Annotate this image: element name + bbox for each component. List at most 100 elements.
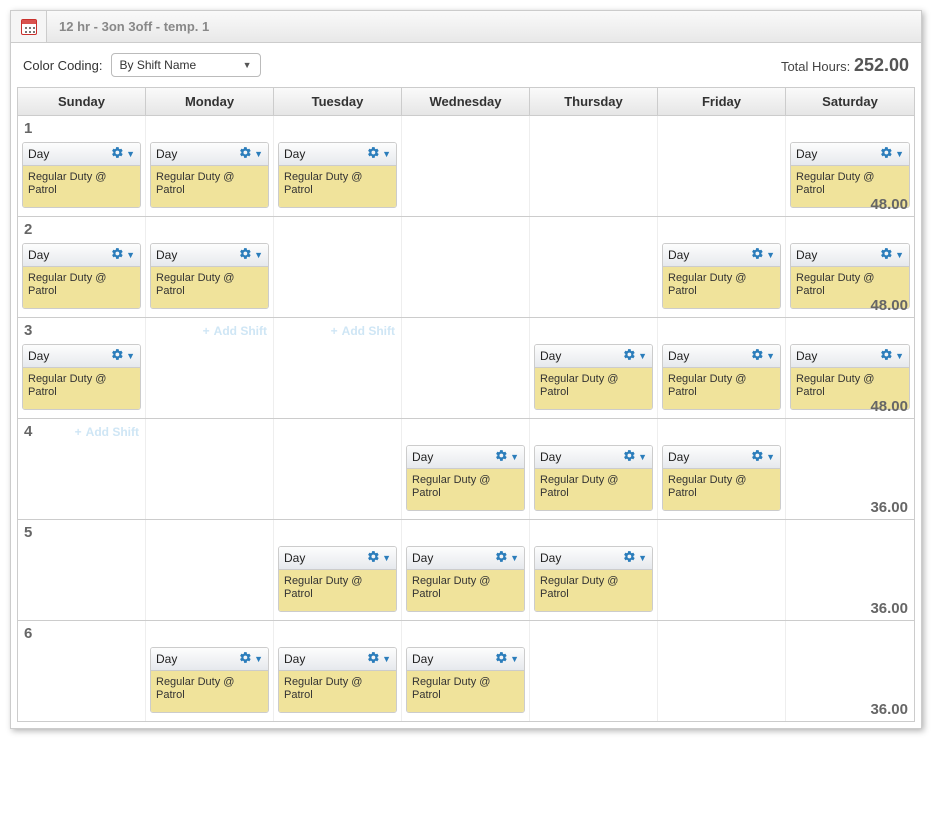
day-cell[interactable]: 36.00 [786,520,914,620]
shift-card[interactable]: Day▼Regular Duty @ Patrol [150,142,269,208]
gear-icon [751,449,764,465]
shift-card[interactable]: Day▼Regular Duty @ Patrol [22,344,141,410]
day-cell[interactable]: 36.00 [786,419,914,519]
shift-card[interactable]: Day▼Regular Duty @ Patrol [278,142,397,208]
title-icon-cell[interactable] [11,11,47,42]
day-cell[interactable]: Day▼Regular Duty @ Patrol [274,621,402,721]
day-header: Tuesday [274,88,402,115]
shift-card[interactable]: Day▼Regular Duty @ Patrol [662,344,781,410]
day-cell[interactable]: 6 [18,621,146,721]
shift-menu-button[interactable]: ▼ [880,348,904,364]
chevron-down-icon: ▼ [126,149,135,159]
add-shift-button[interactable]: +Add Shift [75,425,139,439]
shift-menu-button[interactable]: ▼ [880,146,904,162]
color-coding-select[interactable]: By Shift Name ▼ [111,53,261,77]
day-cell[interactable]: Day▼Regular Duty @ Patrol [530,318,658,418]
shift-menu-button[interactable]: ▼ [495,449,519,465]
day-cell[interactable]: Day▼Regular Duty @ Patrol [402,621,530,721]
week-number: 5 [24,524,32,541]
day-cell[interactable]: 5 [18,520,146,620]
shift-card[interactable]: Day▼Regular Duty @ Patrol [22,142,141,208]
shift-card[interactable]: Day▼Regular Duty @ Patrol [534,445,653,511]
day-cell[interactable] [530,116,658,216]
shift-card[interactable]: Day▼Regular Duty @ Patrol [534,344,653,410]
day-cell[interactable] [658,621,786,721]
shift-menu-button[interactable]: ▼ [111,348,135,364]
shift-menu-button[interactable]: ▼ [623,550,647,566]
shift-card[interactable]: Day▼Regular Duty @ Patrol [406,647,525,713]
day-cell[interactable] [658,520,786,620]
shift-menu-button[interactable]: ▼ [495,651,519,667]
day-cell[interactable]: Day▼Regular Duty @ Patrol [146,621,274,721]
day-cell[interactable]: Day▼Regular Duty @ Patrol [658,217,786,317]
day-cell[interactable]: Day▼Regular Duty @ Patrol [402,419,530,519]
week-number: 2 [24,221,32,238]
day-cell[interactable]: Day▼Regular Duty @ Patrol [274,520,402,620]
shift-menu-button[interactable]: ▼ [751,247,775,263]
day-cell[interactable]: Day▼Regular Duty @ Patrol48.00 [786,318,914,418]
day-cell[interactable]: Day▼Regular Duty @ Patrol [530,520,658,620]
day-cell[interactable]: 1Day▼Regular Duty @ Patrol [18,116,146,216]
day-cell[interactable] [274,217,402,317]
day-cell[interactable] [402,116,530,216]
day-cell[interactable]: Day▼Regular Duty @ Patrol [274,116,402,216]
day-cell[interactable] [146,520,274,620]
gear-icon [111,146,124,162]
shift-name: Day [412,551,433,565]
shift-menu-button[interactable]: ▼ [751,348,775,364]
day-cell[interactable]: Day▼Regular Duty @ Patrol [658,419,786,519]
day-cell[interactable] [530,621,658,721]
shift-card[interactable]: Day▼Regular Duty @ Patrol [22,243,141,309]
shift-menu-button[interactable]: ▼ [239,651,263,667]
shift-menu-button[interactable]: ▼ [111,247,135,263]
gear-icon [367,651,380,667]
day-cell[interactable] [146,419,274,519]
day-cell[interactable]: +Add Shift [274,318,402,418]
day-cell[interactable]: Day▼Regular Duty @ Patrol48.00 [786,116,914,216]
shift-menu-button[interactable]: ▼ [751,449,775,465]
shift-card[interactable]: Day▼Regular Duty @ Patrol [534,546,653,612]
shift-menu-button[interactable]: ▼ [623,449,647,465]
day-cell[interactable] [274,419,402,519]
shift-card[interactable]: Day▼Regular Duty @ Patrol [406,546,525,612]
day-cell[interactable]: Day▼Regular Duty @ Patrol [658,318,786,418]
shift-card[interactable]: Day▼Regular Duty @ Patrol [278,647,397,713]
day-cell[interactable] [530,217,658,317]
shift-body: Regular Duty @ Patrol [535,368,652,409]
day-cell[interactable] [402,318,530,418]
shift-menu-button[interactable]: ▼ [239,247,263,263]
shift-menu-button[interactable]: ▼ [239,146,263,162]
day-cell[interactable]: Day▼Regular Duty @ Patrol [146,116,274,216]
day-cell[interactable]: 36.00 [786,621,914,721]
day-cell[interactable] [402,217,530,317]
shift-menu-button[interactable]: ▼ [880,247,904,263]
shift-name: Day [796,349,817,363]
day-cell[interactable] [658,116,786,216]
shift-menu-button[interactable]: ▼ [367,146,391,162]
shift-card[interactable]: Day▼Regular Duty @ Patrol [150,647,269,713]
day-cell[interactable]: +Add Shift [146,318,274,418]
shift-menu-button[interactable]: ▼ [111,146,135,162]
shift-card[interactable]: Day▼Regular Duty @ Patrol [662,445,781,511]
shift-menu-button[interactable]: ▼ [623,348,647,364]
day-cell[interactable]: 2 Day▼Regular Duty @ Patrol [18,217,146,317]
shift-menu-button[interactable]: ▼ [367,550,391,566]
gear-icon [367,550,380,566]
day-cell[interactable]: Day▼Regular Duty @ Patrol48.00 [786,217,914,317]
day-cell[interactable]: 4+Add Shift [18,419,146,519]
shift-card[interactable]: Day▼Regular Duty @ Patrol [150,243,269,309]
add-shift-button[interactable]: +Add Shift [331,324,395,338]
chevron-down-icon: ▼ [638,553,647,563]
chevron-down-icon: ▼ [382,149,391,159]
shift-card[interactable]: Day▼Regular Duty @ Patrol [406,445,525,511]
shift-menu-button[interactable]: ▼ [367,651,391,667]
gear-icon [239,146,252,162]
day-cell[interactable]: Day▼Regular Duty @ Patrol [530,419,658,519]
shift-menu-button[interactable]: ▼ [495,550,519,566]
day-cell[interactable]: 3Day▼Regular Duty @ Patrol [18,318,146,418]
add-shift-button[interactable]: +Add Shift [203,324,267,338]
shift-card[interactable]: Day▼Regular Duty @ Patrol [278,546,397,612]
day-cell[interactable]: Day▼Regular Duty @ Patrol [146,217,274,317]
day-cell[interactable]: Day▼Regular Duty @ Patrol [402,520,530,620]
shift-card[interactable]: Day▼Regular Duty @ Patrol [662,243,781,309]
